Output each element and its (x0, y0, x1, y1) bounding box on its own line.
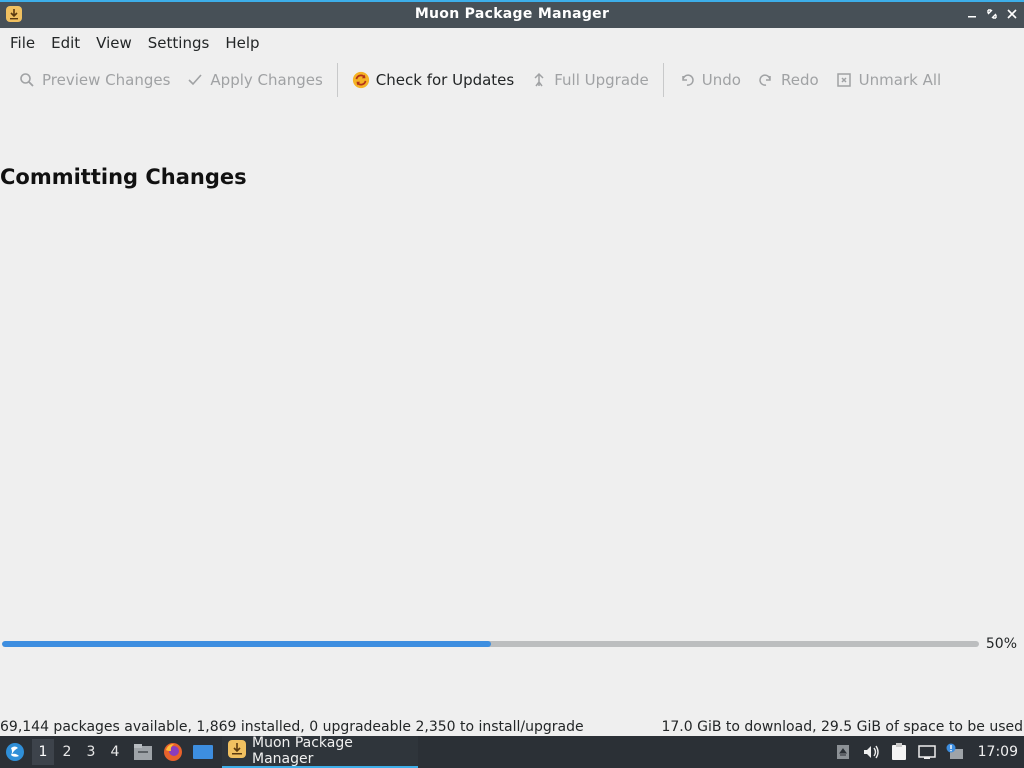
desktop-3[interactable]: 3 (80, 739, 102, 765)
update-notifier-icon[interactable] (946, 743, 964, 761)
network-icon[interactable] (917, 743, 936, 761)
redo-icon (757, 71, 775, 89)
unmark-icon (835, 71, 853, 89)
application-menu-icon[interactable] (0, 736, 30, 768)
commit-progress-bar (2, 641, 979, 647)
redo-label: Redo (780, 71, 819, 89)
undo-icon (678, 71, 696, 89)
muon-app-icon (228, 740, 246, 762)
unmark-all-label: Unmark All (858, 71, 942, 89)
redo-button[interactable]: Redo (749, 63, 827, 97)
menu-settings[interactable]: Settings (140, 29, 218, 57)
search-icon (18, 71, 36, 89)
unmark-all-button[interactable]: Unmark All (827, 63, 950, 97)
close-icon[interactable] (1006, 6, 1018, 22)
menu-bar: File Edit View Settings Help (0, 28, 1024, 58)
download-size-status: 17.0 GiB to download, 29.5 GiB of space … (661, 719, 1023, 735)
taskbar-task-label: Muon Package Manager (252, 735, 353, 767)
file-manager-icon[interactable] (130, 738, 156, 766)
removable-media-icon[interactable] (834, 743, 852, 761)
progress-percent: 50% (985, 636, 1017, 652)
check-for-updates-button[interactable]: Check for Updates (344, 63, 522, 97)
main-toolbar: Preview Changes Apply Changes Check for … (0, 60, 1024, 100)
clock[interactable]: 17:09 (978, 744, 1018, 760)
system-tray: 17:09 (834, 743, 1024, 761)
menu-file[interactable]: File (2, 29, 43, 57)
volume-icon[interactable] (862, 743, 880, 761)
menu-edit[interactable]: Edit (43, 29, 88, 57)
desktop-icon[interactable] (190, 738, 216, 766)
refresh-icon (352, 71, 370, 89)
undo-label: Undo (701, 71, 741, 89)
menu-help[interactable]: Help (217, 29, 267, 57)
checkmark-icon (186, 71, 204, 89)
taskbar-task-muon[interactable]: Muon Package Manager (222, 735, 418, 768)
desktop-2[interactable]: 2 (56, 739, 78, 765)
upgrade-icon (530, 71, 548, 89)
minimize-icon[interactable] (966, 6, 978, 22)
package-count-status: 69,144 packages available, 1,869 install… (0, 719, 584, 735)
full-upgrade-label: Full Upgrade (554, 71, 649, 89)
apply-changes-label: Apply Changes (210, 71, 323, 89)
taskbar: 1 2 3 4 Muon Package Manager 17:09 (0, 735, 1024, 768)
undo-button[interactable]: Undo (670, 63, 749, 97)
preview-changes-label: Preview Changes (42, 71, 171, 89)
desktop-1[interactable]: 1 (32, 739, 54, 765)
menu-view[interactable]: View (88, 29, 140, 57)
check-for-updates-label: Check for Updates (375, 71, 515, 89)
window-titlebar[interactable]: Muon Package Manager (0, 0, 1024, 28)
window-title: Muon Package Manager (414, 6, 610, 22)
clipboard-icon[interactable] (890, 743, 908, 761)
firefox-icon[interactable] (160, 738, 186, 766)
progress-fill (2, 641, 491, 647)
full-upgrade-button[interactable]: Full Upgrade (522, 63, 657, 97)
desktop-4[interactable]: 4 (104, 739, 126, 765)
toolbar-separator (336, 63, 338, 97)
toolbar-separator (662, 63, 664, 97)
preview-changes-button[interactable]: Preview Changes (10, 63, 178, 97)
maximize-icon[interactable] (986, 6, 998, 22)
apply-changes-button[interactable]: Apply Changes (178, 63, 330, 97)
page-title: Committing Changes (0, 165, 247, 189)
